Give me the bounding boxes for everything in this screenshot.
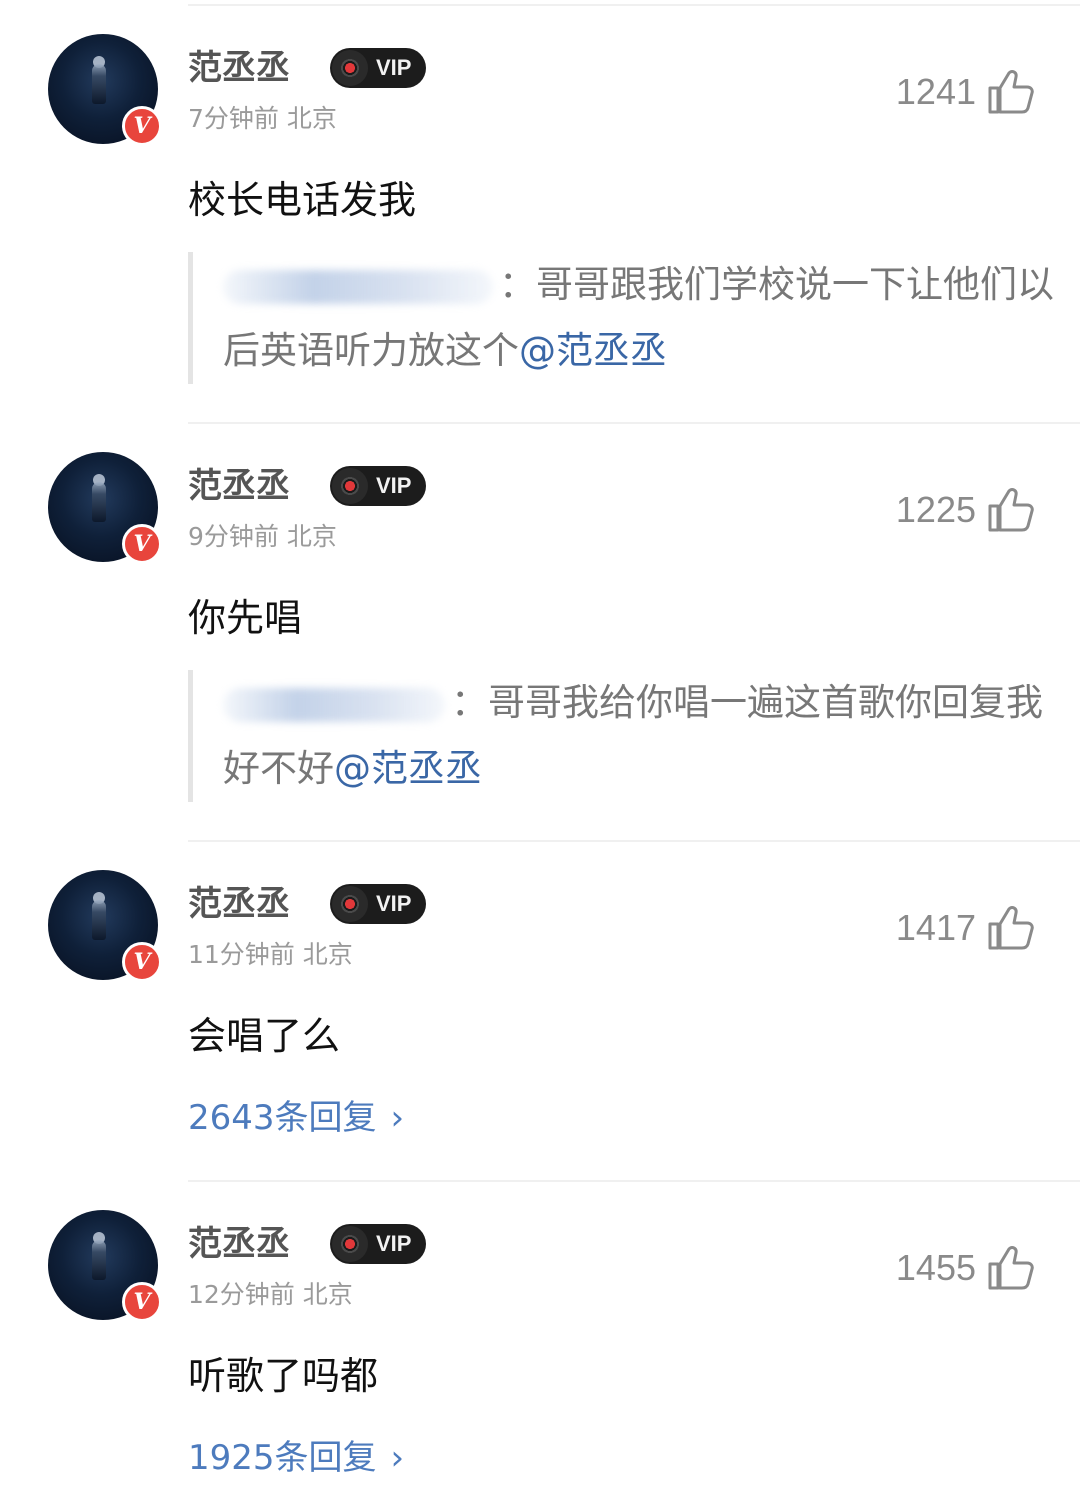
- like-count: 1417: [895, 907, 976, 948]
- comment-text: 会唱了么: [188, 1014, 341, 1058]
- verified-badge-icon: V: [122, 524, 162, 564]
- like-count: 1455: [895, 1247, 976, 1288]
- time-location: 12分钟前 北京: [188, 1280, 353, 1309]
- reply-count: 1925条回复: [188, 1438, 377, 1478]
- blurred-username: [223, 269, 493, 304]
- avatar-figure: [92, 482, 106, 522]
- comment-item: V 范丞丞 VIP 12分钟前 北京 1455 听歌了吗都 1925条回复 ›: [0, 1176, 1080, 1496]
- vinyl-disc-icon: [332, 468, 368, 504]
- thumbs-up-icon[interactable]: [986, 1244, 1036, 1292]
- mention-link[interactable]: @范丞丞: [519, 329, 667, 372]
- time-location: 11分钟前 北京: [188, 940, 353, 969]
- avatar[interactable]: V: [48, 452, 162, 564]
- comment-item: V 范丞丞 VIP 11分钟前 北京 1417 会唱了么 2643条回复 ›: [0, 836, 1080, 1176]
- time-location: 9分钟前 北京: [188, 522, 337, 551]
- reply-count: 2643条回复: [188, 1098, 377, 1138]
- avatar-figure: [92, 64, 106, 104]
- quoted-reply[interactable]: ：哥哥我给你唱一遍这首歌你回复我好不好@范丞丞: [188, 670, 1063, 802]
- thumbs-up-icon[interactable]: [986, 68, 1036, 116]
- mention-link[interactable]: @范丞丞: [334, 747, 482, 790]
- like-count: 1241: [895, 71, 976, 112]
- comment-item: V 范丞丞 VIP 7分钟前 北京 1241 校长电话发我 ：哥哥跟我们学校说一…: [0, 0, 1080, 420]
- chevron-right-icon: ›: [390, 1438, 405, 1478]
- verified-badge-icon: V: [122, 106, 162, 146]
- comment-text: 听歌了吗都: [188, 1354, 379, 1398]
- time-location: 7分钟前 北京: [188, 104, 337, 133]
- avatar[interactable]: V: [48, 1210, 162, 1322]
- vip-badge[interactable]: VIP: [330, 48, 426, 88]
- thumbs-up-icon[interactable]: [986, 486, 1036, 534]
- view-replies-link[interactable]: 2643条回复 ›: [188, 1098, 404, 1138]
- comment-text: 你先唱: [188, 596, 303, 640]
- verified-badge-icon: V: [122, 1282, 162, 1322]
- vip-label: VIP: [376, 55, 412, 80]
- like-count: 1225: [895, 489, 976, 530]
- thumbs-up-icon[interactable]: [986, 904, 1036, 952]
- vip-label: VIP: [376, 473, 412, 498]
- avatar[interactable]: V: [48, 870, 162, 982]
- username[interactable]: 范丞丞: [188, 1224, 290, 1264]
- avatar-figure: [92, 900, 106, 940]
- vip-label: VIP: [376, 1231, 412, 1256]
- view-replies-link[interactable]: 1925条回复 ›: [188, 1438, 404, 1478]
- vinyl-disc-icon: [332, 886, 368, 922]
- username[interactable]: 范丞丞: [188, 884, 290, 924]
- comment-text: 校长电话发我: [188, 178, 417, 222]
- comment-item: V 范丞丞 VIP 9分钟前 北京 1225 你先唱 ：哥哥我给你唱一遍这首歌你…: [0, 418, 1080, 838]
- chevron-right-icon: ›: [390, 1098, 405, 1138]
- blurred-username: [223, 687, 445, 722]
- vinyl-disc-icon: [332, 50, 368, 86]
- verified-badge-icon: V: [122, 942, 162, 982]
- vinyl-disc-icon: [332, 1226, 368, 1262]
- avatar-figure: [92, 1240, 106, 1280]
- vip-badge[interactable]: VIP: [330, 466, 426, 506]
- username[interactable]: 范丞丞: [188, 48, 290, 88]
- avatar[interactable]: V: [48, 34, 162, 146]
- vip-label: VIP: [376, 891, 412, 916]
- quoted-reply[interactable]: ：哥哥跟我们学校说一下让他们以后英语听力放这个@范丞丞: [188, 252, 1063, 384]
- vip-badge[interactable]: VIP: [330, 1224, 426, 1264]
- username[interactable]: 范丞丞: [188, 466, 290, 506]
- vip-badge[interactable]: VIP: [330, 884, 426, 924]
